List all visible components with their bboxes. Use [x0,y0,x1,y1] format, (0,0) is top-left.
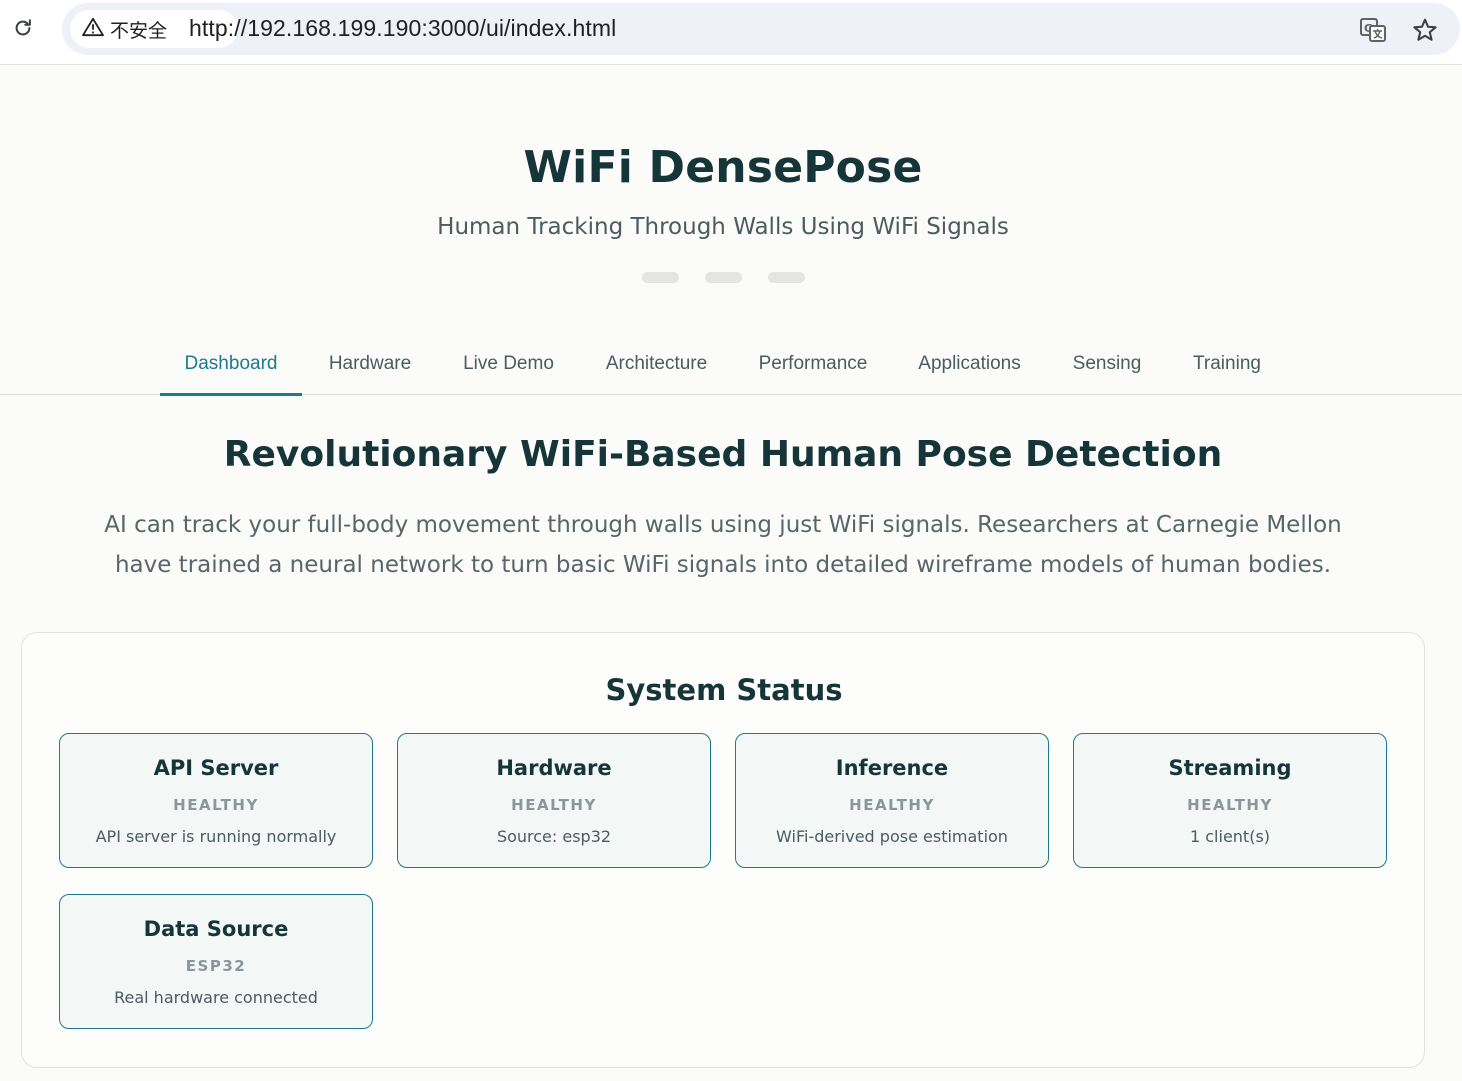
tab-hardware[interactable]: Hardware [318,332,422,395]
tab-dashboard[interactable]: Dashboard [160,332,302,396]
reload-icon[interactable] [8,13,38,43]
url-text[interactable]: http://192.168.199.190:3000/ui/index.htm… [189,15,616,42]
status-card-hardware: Hardware HEALTHY Source: esp32 [397,733,711,868]
status-card-title: Hardware [496,756,612,780]
status-card-data-source: Data Source ESP32 Real hardware connecte… [59,894,373,1029]
status-card-title: API Server [153,756,279,780]
tab-performance[interactable]: Performance [746,332,880,395]
status-card-title: Streaming [1168,756,1292,780]
app-subtitle: Human Tracking Through Walls Using WiFi … [437,214,1009,240]
decoration-dot [768,272,805,283]
status-card-detail: API server is running normally [95,827,337,846]
hero-description: AI can track your full-body movement thr… [104,512,1342,578]
translate-icon[interactable]: G [1358,15,1388,45]
status-card-title: Inference [835,756,949,780]
header-decoration-dots [642,272,805,283]
status-card-state: HEALTHY [849,796,935,814]
status-card-detail: Real hardware connected [114,988,318,1007]
status-card-streaming: Streaming HEALTHY 1 client(s) [1073,733,1387,868]
hero-title: Revolutionary WiFi-Based Human Pose Dete… [223,434,1223,475]
app-title: WiFi DensePose [523,142,923,193]
security-label: 不安全 [110,19,168,42]
status-card-state: ESP32 [185,957,247,975]
status-card-detail: Source: esp32 [496,827,612,846]
address-bar[interactable]: 不安全 http://192.168.199.190:3000/ui/index… [62,3,1460,55]
status-card-title: Data Source [143,917,289,941]
warning-triangle-icon [82,17,104,42]
browser-toolbar: 不安全 http://192.168.199.190:3000/ui/index… [0,0,1462,65]
tab-live-demo[interactable]: Live Demo [450,332,567,395]
decoration-dot [705,272,742,283]
status-card-state: HEALTHY [1187,796,1273,814]
main-tabs: Dashboard Hardware Live Demo Architectur… [0,332,1462,396]
tab-training[interactable]: Training [1181,332,1273,395]
status-card-inference: Inference HEALTHY WiFi-derived pose esti… [735,733,1049,868]
status-card-detail: 1 client(s) [1189,827,1271,846]
status-heading: System Status [605,673,843,707]
status-card-state: HEALTHY [511,796,597,814]
status-card-state: HEALTHY [173,796,259,814]
decoration-dot [642,272,679,283]
status-card-detail: WiFi-derived pose estimation [776,827,1008,846]
star-icon[interactable] [1410,15,1440,45]
tab-applications[interactable]: Applications [906,332,1033,395]
system-status-panel: System Status API Server HEALTHY API ser… [21,632,1425,1068]
status-card-api-server: API Server HEALTHY API server is running… [59,733,373,868]
tab-sensing[interactable]: Sensing [1060,332,1154,395]
tab-architecture[interactable]: Architecture [593,332,720,395]
